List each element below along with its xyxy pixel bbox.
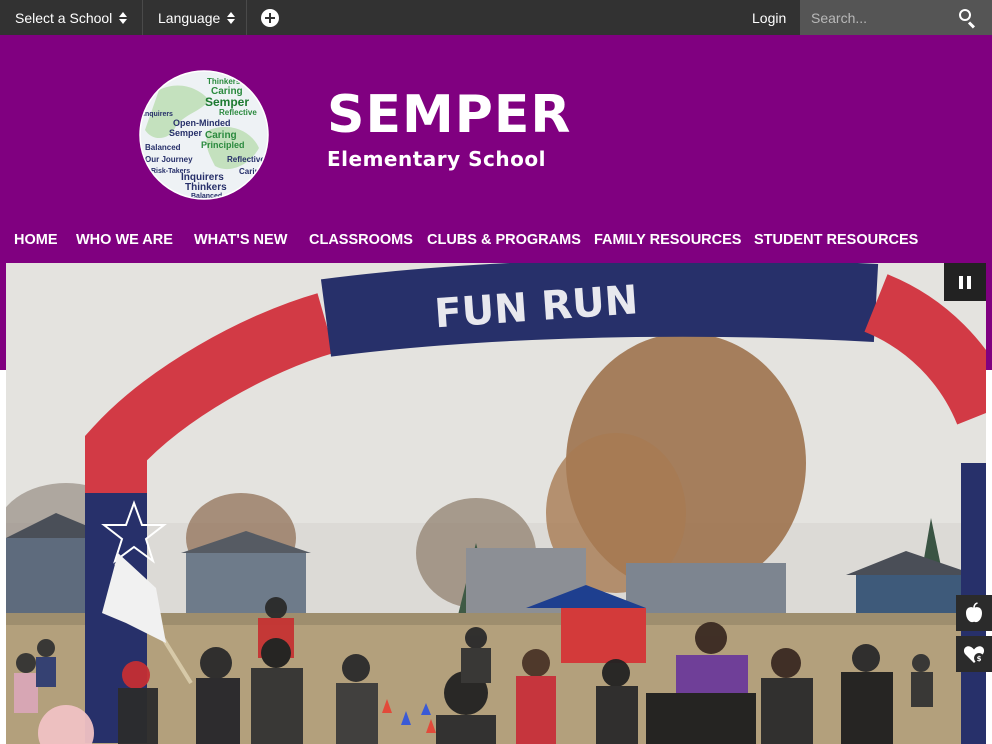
search-box — [800, 0, 992, 35]
divider — [246, 0, 247, 35]
svg-text:Semper: Semper — [169, 128, 203, 138]
svg-text:Principled: Principled — [201, 140, 245, 150]
search-input[interactable] — [800, 0, 952, 35]
nav-item-who-we-are[interactable]: WHO WE ARE — [76, 225, 173, 255]
svg-text:$: $ — [977, 655, 982, 663]
language-select[interactable]: Language — [158, 0, 236, 35]
search-icon — [959, 9, 971, 21]
side-tab-donate[interactable]: $ — [956, 636, 992, 672]
heart-dollar-icon: $ — [963, 646, 985, 663]
add-button[interactable] — [261, 0, 279, 35]
svg-text:Balanced: Balanced — [145, 143, 181, 152]
nav-item-student-resources[interactable]: STUDENT RESOURCES — [754, 225, 918, 255]
school-select-label: Select a School — [15, 9, 113, 26]
login-label: Login — [752, 9, 787, 26]
school-title[interactable]: SEMPER — [327, 83, 571, 147]
chevron-updown-icon — [227, 11, 236, 24]
nav-item-family-resources[interactable]: FAMILY RESOURCES — [594, 225, 741, 255]
nav-item-whats-new[interactable]: WHAT'S NEW — [194, 225, 287, 255]
svg-text:Caring: Caring — [239, 167, 264, 176]
svg-text:Open-Minded: Open-Minded — [173, 118, 231, 128]
plus-circle-icon — [261, 8, 279, 27]
search-button[interactable] — [958, 8, 978, 29]
divider — [142, 0, 143, 35]
pause-icon — [959, 276, 963, 289]
side-tab-apple[interactable] — [956, 595, 992, 631]
language-select-label: Language — [158, 9, 221, 26]
school-select[interactable]: Select a School — [15, 0, 128, 35]
top-utility-bar: Select a School Language Login — [0, 0, 992, 35]
svg-text:Thinkers: Thinkers — [185, 182, 227, 193]
nav-item-classrooms[interactable]: CLASSROOMS — [309, 225, 413, 255]
svg-text:Inquirers: Inquirers — [143, 111, 173, 118]
pause-button[interactable] — [944, 263, 986, 301]
hero-slideshow: FUN RUN — [6, 263, 986, 744]
school-logo[interactable]: Thinkers Caring Semper Reflective Inquir… — [139, 70, 269, 200]
login-link[interactable]: Login — [752, 0, 786, 35]
svg-text:Reflective: Reflective — [219, 108, 257, 117]
chevron-updown-icon — [119, 11, 128, 24]
svg-text:Reflective: Reflective — [227, 155, 265, 164]
fun-run-photo: FUN RUN — [6, 263, 986, 744]
apple-icon — [966, 602, 982, 623]
nav-item-home[interactable]: HOME — [14, 225, 58, 255]
school-subtitle: Elementary School — [327, 147, 546, 171]
svg-text:Semper: Semper — [205, 95, 249, 109]
svg-text:Our Journey: Our Journey — [145, 155, 193, 164]
nav-item-clubs-programs[interactable]: CLUBS & PROGRAMS — [427, 225, 581, 255]
svg-text:Thinkers: Thinkers — [207, 77, 241, 86]
